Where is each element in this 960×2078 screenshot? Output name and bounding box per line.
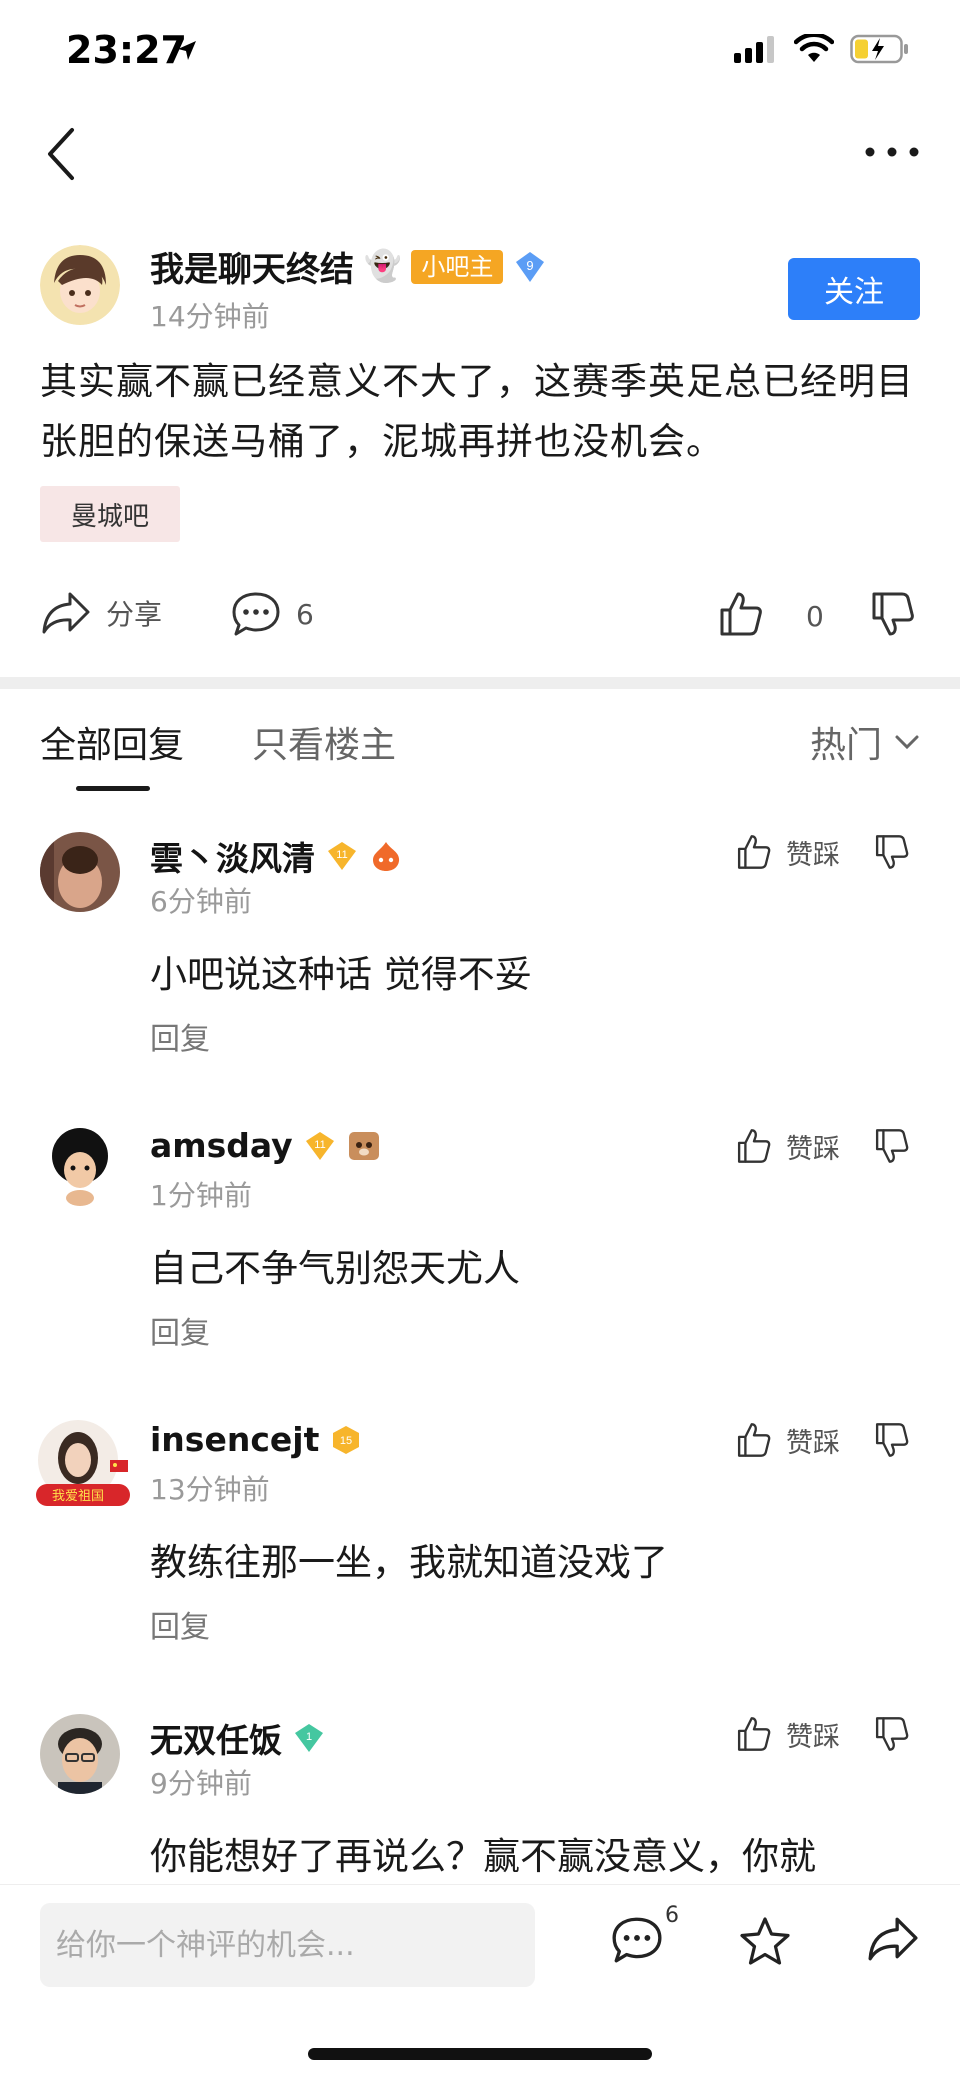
vote-label: 赞踩 [786, 1133, 840, 1165]
post-level-text: 9 [527, 258, 534, 273]
level-gem-icon: 9 [516, 251, 545, 282]
thumbs-down-icon[interactable] [874, 1126, 910, 1166]
follow-button[interactable]: 关注 [788, 258, 920, 320]
tab-all-replies[interactable]: 全部回复 [40, 716, 184, 768]
comment-time: 6分钟前 [150, 885, 252, 918]
commenter-avatar[interactable]: 我爱祖国 [36, 1420, 130, 1506]
sort-label: 热门 [809, 725, 882, 766]
commenter-level: 15 [340, 1435, 352, 1447]
like-count: 0 [806, 600, 824, 633]
comment-text: 教练往那一坐，我就知道没戏了 [150, 1541, 668, 1584]
level-gold-gem-icon: 11 [328, 842, 356, 870]
wifi-icon [794, 34, 834, 62]
vote-label: 赞踩 [786, 1721, 840, 1753]
dislike-button[interactable] [870, 590, 916, 638]
forum-tag[interactable]: 曼城吧 [40, 486, 180, 542]
thumbs-up-icon[interactable] [736, 1420, 772, 1460]
commenter-avatar[interactable] [40, 1126, 120, 1206]
post-action-row: 分享 6 0 [0, 590, 960, 650]
thumbs-up-icon[interactable] [736, 832, 772, 872]
comment-vote-actions: 赞踩 [736, 1714, 910, 1754]
owner-badge: 小吧主 [411, 249, 504, 284]
section-divider [0, 677, 960, 689]
level-gold-gem-icon: 11 [305, 1131, 334, 1160]
commenter-level: 1 [306, 1731, 312, 1743]
like-button[interactable] [718, 590, 764, 638]
comment-time: 9分钟前 [150, 1767, 252, 1800]
share-icon[interactable] [866, 1915, 920, 1963]
thumbs-up-icon[interactable] [736, 1714, 772, 1754]
commenter-name-row: insencejt 15 [150, 1420, 363, 1459]
vote-label: 赞踩 [786, 839, 840, 871]
reply-link[interactable]: 回复 [150, 1602, 210, 1646]
post-time: 14分钟前 [150, 300, 270, 333]
comment-vote-actions: 赞踩 [736, 1420, 910, 1460]
thumbs-up-icon[interactable] [736, 1126, 772, 1166]
commenter-name-row: 无双任饭 1 [150, 1714, 326, 1762]
home-indicator [308, 2048, 652, 2060]
navigation-bar [0, 110, 960, 200]
fire-badge-icon [373, 842, 400, 871]
comment-vote-actions: 赞踩 [736, 832, 910, 872]
bear-badge-icon [348, 1131, 379, 1160]
battery-charging-icon [850, 34, 908, 64]
post-author-row: 我是聊天终结 👻 小吧主 9 [150, 242, 547, 291]
thumbs-down-icon[interactable] [874, 1420, 910, 1460]
share-button[interactable]: 分享 [40, 590, 162, 636]
vote-label: 赞踩 [786, 1427, 840, 1459]
reply-input[interactable] [40, 1903, 535, 1987]
commenter-avatar[interactable] [40, 832, 120, 912]
level-gold-hexagon-icon: 15 [333, 1425, 360, 1454]
commenter-avatar[interactable] [40, 1714, 120, 1794]
comment-count: 6 [296, 597, 314, 631]
comment-text: 小吧说这种话 觉得不妥 [150, 953, 532, 996]
comment-vote-actions: 赞踩 [736, 1126, 910, 1166]
signal-icon [734, 36, 774, 63]
bottom-comment-count: 6 [665, 1903, 679, 1928]
thumbs-up-icon [720, 592, 762, 636]
comment-bubble-icon[interactable] [610, 1915, 664, 1965]
share-label: 分享 [106, 598, 163, 631]
commenter-name-row: amsday 11 [150, 1126, 381, 1165]
ghost-emoji-icon: 👻 [364, 249, 402, 284]
location-arrow-icon [178, 41, 196, 60]
thumbs-down-icon[interactable] [874, 1714, 910, 1754]
active-tab-indicator [76, 786, 150, 791]
avatar-caption: 我爱祖国 [52, 1489, 104, 1504]
back-arrow-icon[interactable] [40, 124, 90, 184]
commenter-name-row: 雲丶淡风清 11 [150, 832, 403, 880]
commenter-level: 11 [336, 849, 347, 861]
thumbs-down-icon [872, 592, 914, 636]
status-bar: 23:27 [0, 0, 960, 100]
bottom-reply-bar: 6 [0, 1884, 960, 2004]
reply-tabs: 全部回复 只看楼主 热门 [0, 716, 960, 796]
tab-owner-only[interactable]: 只看楼主 [252, 716, 396, 768]
comment-time: 1分钟前 [150, 1179, 252, 1212]
status-icons [734, 34, 910, 64]
more-options-icon[interactable] [862, 132, 922, 172]
commenter-name[interactable]: amsday [150, 1126, 293, 1165]
reply-link[interactable]: 回复 [150, 1014, 210, 1058]
level-green-gem-icon: 1 [295, 1724, 323, 1752]
post-author-avatar[interactable] [40, 245, 120, 325]
star-favorite-icon[interactable] [738, 1915, 792, 1967]
reply-link[interactable]: 回复 [150, 1308, 210, 1352]
status-time: 23:27 [66, 28, 187, 72]
share-icon [42, 592, 90, 634]
comment-text: 自己不争气别怨天尤人 [150, 1247, 520, 1290]
comment-bubble-icon [232, 592, 280, 636]
sort-dropdown[interactable]: 热门 [810, 716, 920, 768]
comment-time: 13分钟前 [150, 1473, 270, 1506]
commenter-name[interactable]: 雲丶淡风清 [150, 832, 315, 880]
chevron-down-icon [895, 735, 919, 750]
post-content: 其实赢不赢已经意义不大了，这赛季英足总已经明目张胆的保送马桶了，泥城再拼也没机会… [40, 360, 914, 463]
commenter-level: 11 [314, 1139, 325, 1151]
commenter-name[interactable]: 无双任饭 [150, 1714, 282, 1762]
comment-text: 你能想好了再说么？赢不赢没意义，你就 [150, 1835, 816, 1878]
post-author-name[interactable]: 我是聊天终结 [150, 242, 354, 291]
thumbs-down-icon[interactable] [874, 832, 910, 872]
commenter-name[interactable]: insencejt [150, 1420, 319, 1459]
comment-button[interactable]: 6 [230, 590, 314, 638]
